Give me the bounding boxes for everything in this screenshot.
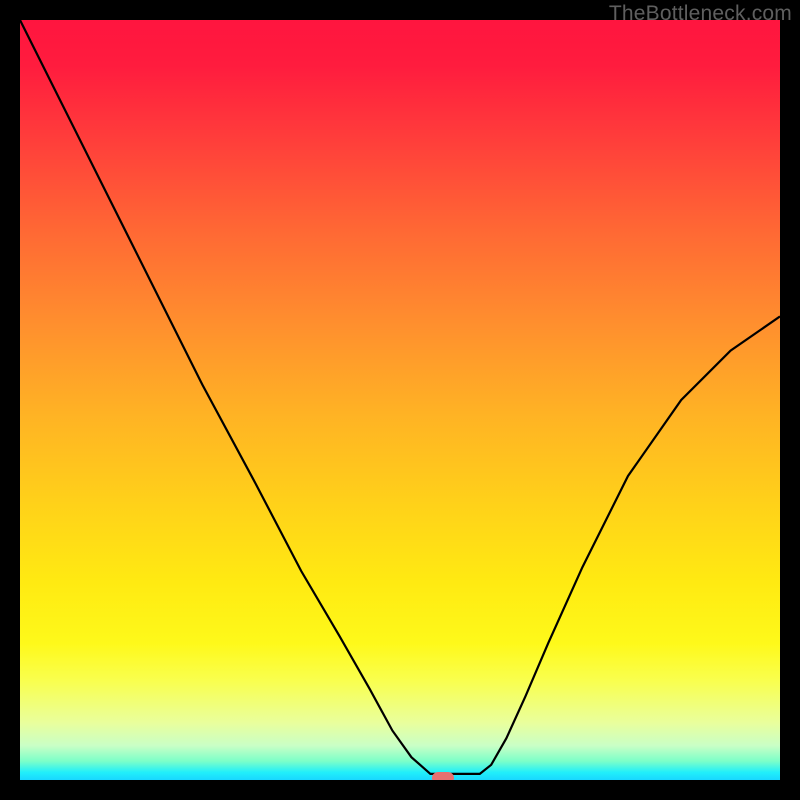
optimal-marker [432,772,454,780]
plot-area [20,20,780,780]
bottleneck-curve [20,20,780,780]
chart-frame: TheBottleneck.com [0,0,800,800]
